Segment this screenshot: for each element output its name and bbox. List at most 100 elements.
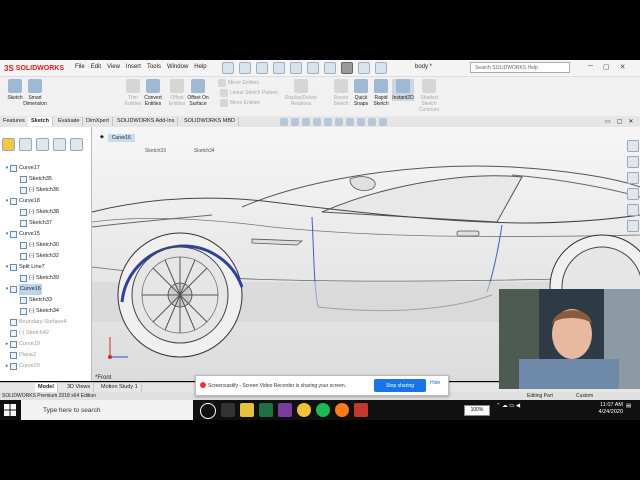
- tree-item-sketch30[interactable]: (-) Sketch30: [0, 240, 90, 251]
- menu-item-edit[interactable]: Edit: [91, 64, 101, 70]
- restore-icon[interactable]: ▢: [603, 63, 610, 71]
- ribbon-button-display-delete-relations[interactable]: Display/Delete Relations: [285, 79, 317, 107]
- tree-item-curve18[interactable]: ▾ Curve18: [0, 196, 90, 207]
- save-icon[interactable]: [290, 62, 302, 74]
- display-style-icon[interactable]: [335, 118, 343, 126]
- hide-show-icon[interactable]: [346, 118, 354, 126]
- redo-icon[interactable]: [324, 62, 336, 74]
- open-icon[interactable]: [256, 62, 268, 74]
- search-input[interactable]: Search SOLIDWORKS Help: [470, 62, 570, 73]
- ribbon-button-offset-on-surface[interactable]: Offset On Surface: [187, 79, 209, 107]
- zoom-fit-icon[interactable]: [280, 118, 288, 126]
- tree-item-plane2[interactable]: Plane2: [0, 350, 90, 361]
- tree-item-curve20[interactable]: ▸ Curve20: [0, 361, 90, 372]
- tree-item-curve19[interactable]: ▸ Curve19: [0, 339, 90, 350]
- print-icon[interactable]: [273, 62, 285, 74]
- battery-indicator[interactable]: 100%: [464, 405, 490, 416]
- menu-item-insert[interactable]: Insert: [126, 64, 141, 70]
- resources-icon[interactable]: [627, 140, 639, 152]
- viewport-restore-icon[interactable]: ▢: [617, 118, 623, 125]
- select-icon[interactable]: [341, 62, 353, 74]
- ribbon-button-offset-entities[interactable]: Offset Entities: [166, 79, 188, 107]
- task-view-icon[interactable]: [221, 403, 235, 417]
- menu-item-help[interactable]: Help: [194, 64, 206, 70]
- clock[interactable]: 11:07 AM 4/24/2020: [583, 402, 623, 416]
- dimxpert-manager-icon[interactable]: [53, 138, 66, 151]
- file-explorer-app-icon[interactable]: [240, 403, 254, 417]
- breadcrumb-part-icon[interactable]: ◆: [100, 134, 104, 142]
- view-settings-icon[interactable]: [379, 118, 387, 126]
- tree-item-boundary-surface4[interactable]: Boundary-Surface4: [0, 317, 90, 328]
- ribbon-button-shaded-sketch-contours[interactable]: Shaded Sketch Contours: [418, 79, 440, 113]
- bottom-tab-model[interactable]: Model: [35, 383, 58, 392]
- tree-item-sketch39[interactable]: (-) Sketch39: [0, 273, 90, 284]
- display-manager-icon[interactable]: [70, 138, 83, 151]
- options-icon[interactable]: [375, 62, 387, 74]
- tree-item-sketch36[interactable]: (-) Sketch36: [0, 185, 90, 196]
- tab-solidworks-add-ins[interactable]: SOLIDWORKS Add-Ins: [114, 117, 179, 126]
- breadcrumb-child-sketch33[interactable]: Sketch33: [145, 148, 166, 154]
- view-orientation-icon[interactable]: [324, 118, 332, 126]
- ribbon-button-linear-sketch-pattern[interactable]: Linear Sketch Pattern: [220, 89, 278, 97]
- cortana-icon[interactable]: [200, 403, 216, 419]
- tree-item-curve15[interactable]: ▾ Curve15: [0, 229, 90, 240]
- stop-sharing-button[interactable]: Stop sharing: [374, 379, 426, 392]
- feature-tree-icon[interactable]: [2, 138, 15, 151]
- ribbon-button-instant2d[interactable]: Instant2D: [392, 79, 414, 101]
- ribbon-button-quick-snaps[interactable]: Quick Snaps: [350, 79, 372, 107]
- tree-item-sketch37[interactable]: Sketch37: [0, 218, 90, 229]
- hide-button[interactable]: Hide: [430, 380, 440, 386]
- tab-solidworks-mbd[interactable]: SOLIDWORKS MBD: [181, 117, 240, 126]
- menu-item-window[interactable]: Window: [167, 64, 188, 70]
- tree-item-sketch33[interactable]: Sketch33: [0, 295, 90, 306]
- viewport-minimize-icon[interactable]: ▭: [605, 118, 611, 125]
- close-icon[interactable]: ✕: [620, 63, 626, 71]
- custom-properties-icon[interactable]: [627, 220, 639, 232]
- ribbon-button-mirror-entities[interactable]: Mirror Entities: [218, 79, 259, 87]
- ribbon-button-repair-sketch[interactable]: Repair Sketch: [330, 79, 352, 107]
- tab-dimxpert[interactable]: DimXpert: [83, 117, 113, 126]
- ribbon-button-move-entities[interactable]: Move Entities: [220, 99, 260, 107]
- minimize-icon[interactable]: ─: [588, 63, 593, 71]
- viewport-close-icon[interactable]: ✕: [628, 118, 633, 125]
- zoom-area-icon[interactable]: [291, 118, 299, 126]
- breadcrumb-current[interactable]: Curve16: [107, 134, 135, 142]
- tab-sketch[interactable]: Sketch: [28, 117, 54, 126]
- tray-icons[interactable]: ⌃ ☁ ▭ ◀: [496, 403, 520, 409]
- previous-view-icon[interactable]: [302, 118, 310, 126]
- menu-item-file[interactable]: File: [75, 64, 85, 70]
- tab-evaluate[interactable]: Evaluate: [55, 117, 84, 126]
- breadcrumb-child-sketch34[interactable]: Sketch34: [194, 148, 215, 154]
- rebuild-icon[interactable]: [358, 62, 370, 74]
- undo-icon[interactable]: [307, 62, 319, 74]
- notifications-icon[interactable]: ▤: [626, 403, 631, 409]
- menu-item-view[interactable]: View: [107, 64, 120, 70]
- excel-icon[interactable]: [259, 403, 273, 417]
- onenote-icon[interactable]: [278, 403, 292, 417]
- tab-features[interactable]: Features: [0, 117, 29, 126]
- tree-item-curve16[interactable]: ▾ Curve16: [0, 284, 90, 295]
- appearance-icon[interactable]: [357, 118, 365, 126]
- ribbon-button-rapid-sketch[interactable]: Rapid Sketch: [370, 79, 392, 107]
- taskbar-search-input[interactable]: Type here to search: [21, 400, 193, 420]
- ribbon-button-smart-dimension[interactable]: Smart Dimension: [23, 79, 47, 107]
- bottom-tab-3d-views[interactable]: 3D Views: [64, 383, 95, 392]
- design-library-icon[interactable]: [627, 156, 639, 168]
- file-explorer-icon[interactable]: [627, 172, 639, 184]
- scene-icon[interactable]: [368, 118, 376, 126]
- solidworks-taskbar-icon[interactable]: [354, 403, 368, 417]
- app-logo[interactable]: 3S SOLIDWORKS: [4, 62, 64, 74]
- status-units[interactable]: Custom: [576, 392, 593, 400]
- menu-item-tools[interactable]: Tools: [147, 64, 161, 70]
- appearances-icon[interactable]: [627, 204, 639, 216]
- section-view-icon[interactable]: [313, 118, 321, 126]
- configuration-manager-icon[interactable]: [36, 138, 49, 151]
- home-icon[interactable]: [222, 62, 234, 74]
- ribbon-button-convert-entities[interactable]: Convert Entities: [142, 79, 164, 107]
- windows-start-icon[interactable]: [4, 404, 16, 416]
- firefox-icon[interactable]: [335, 403, 349, 417]
- property-manager-icon[interactable]: [19, 138, 32, 151]
- tree-item-sketch38[interactable]: (-) Sketch38: [0, 207, 90, 218]
- tree-item-sketch42[interactable]: (-) Sketch42: [0, 328, 90, 339]
- tree-item-sketch34[interactable]: (-) Sketch34: [0, 306, 90, 317]
